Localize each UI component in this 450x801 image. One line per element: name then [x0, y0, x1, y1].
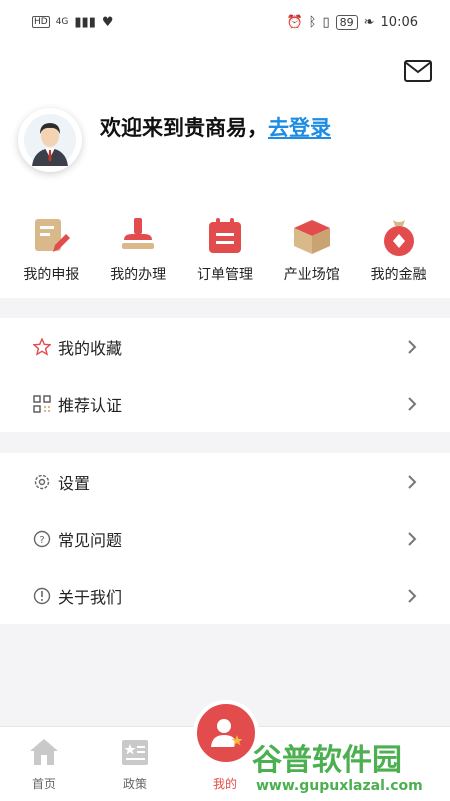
login-link[interactable]: 去登录: [268, 116, 331, 140]
tab-policy[interactable]: 政策: [105, 727, 165, 801]
menu-label: 推荐认证: [58, 395, 123, 415]
quick-label: 我的办理: [110, 267, 167, 283]
profile-header: 欢迎来到贵商易，去登录 我的申报 我的办理 订单管理 产业场馆 我的金融: [0, 44, 450, 298]
question-icon: ?: [32, 529, 52, 549]
chevron-right-icon: [406, 474, 418, 490]
quick-label: 订单管理: [196, 267, 253, 283]
mail-icon[interactable]: [404, 60, 432, 84]
menu-label: 常见问题: [58, 530, 123, 550]
user-avatar-icon: [24, 114, 76, 166]
quick-item-finance[interactable]: 我的金融: [357, 214, 441, 284]
menu-group-1: 我的收藏 推荐认证: [0, 318, 450, 432]
menu-item-about[interactable]: 关于我们: [0, 567, 450, 624]
leaf-icon: ❧: [363, 14, 375, 30]
chevron-right-icon: [406, 531, 418, 547]
star-icon: [32, 337, 52, 357]
quick-item-orders[interactable]: 订单管理: [183, 214, 267, 284]
tab-home[interactable]: 首页: [14, 727, 74, 801]
chevron-right-icon: [406, 588, 418, 604]
avatar[interactable]: [18, 108, 82, 172]
quick-item-declare[interactable]: 我的申报: [9, 214, 93, 284]
clock: 10:06: [380, 14, 418, 30]
network-label: 4G: [55, 17, 69, 27]
user-icon: [211, 719, 243, 747]
stamp-icon: [116, 214, 160, 258]
quick-actions: 我的申报 我的办理 订单管理 产业场馆 我的金融: [0, 214, 450, 284]
tab-label: 首页: [31, 777, 56, 791]
status-left: HD 4G ▮▮▮ ♥: [32, 15, 114, 30]
menu-label: 设置: [58, 473, 91, 493]
welcome-label: 欢迎来到贵商易，: [100, 116, 268, 140]
quick-label: 产业场馆: [283, 267, 340, 283]
chevron-right-icon: [406, 339, 418, 355]
menu-item-favorites[interactable]: 我的收藏: [0, 318, 450, 375]
quick-label: 我的申报: [23, 267, 80, 283]
signal-icon: ▮▮▮: [74, 14, 96, 30]
svg-text:?: ?: [39, 535, 44, 546]
tab-label-active: 我的: [212, 777, 237, 791]
edit-document-icon: [29, 214, 73, 258]
quick-item-handle[interactable]: 我的办理: [96, 214, 180, 284]
menu-item-settings[interactable]: 设置: [0, 453, 450, 510]
chevron-right-icon: [406, 396, 418, 412]
menu-label: 我的收藏: [58, 338, 123, 358]
vibrate-icon: ▯: [322, 14, 330, 30]
heart-icon: ♥: [101, 14, 114, 30]
center-profile-button[interactable]: [193, 700, 259, 766]
policy-icon: [122, 740, 148, 765]
bluetooth-icon: ᛒ: [308, 14, 317, 30]
tab-label: 政策: [122, 777, 147, 791]
menu-label: 关于我们: [58, 587, 123, 607]
calendar-list-icon: [203, 214, 247, 258]
qr-code-icon: [32, 394, 52, 414]
status-bar: HD 4G ▮▮▮ ♥ ⏰ ᛒ ▯ 89 ❧ 10:06: [0, 0, 450, 44]
box-icon: [290, 214, 334, 258]
alarm-icon: ⏰: [286, 14, 303, 30]
menu-group-2: 设置 ? 常见问题 关于我们: [0, 453, 450, 624]
info-icon: [32, 586, 52, 606]
quick-item-venues[interactable]: 产业场馆: [270, 214, 354, 284]
menu-item-faq[interactable]: ? 常见问题: [0, 510, 450, 567]
quick-label: 我的金融: [370, 267, 427, 283]
money-bag-icon: [377, 214, 421, 258]
hd-icon: HD: [32, 16, 50, 28]
status-right: ⏰ ᛒ ▯ 89 ❧ 10:06: [286, 14, 418, 30]
gear-icon: [32, 472, 52, 492]
welcome-text: 欢迎来到贵商易，去登录: [100, 112, 331, 142]
menu-item-recommend[interactable]: 推荐认证: [0, 375, 450, 432]
home-icon: [30, 739, 58, 765]
battery-level: 89: [335, 14, 358, 30]
